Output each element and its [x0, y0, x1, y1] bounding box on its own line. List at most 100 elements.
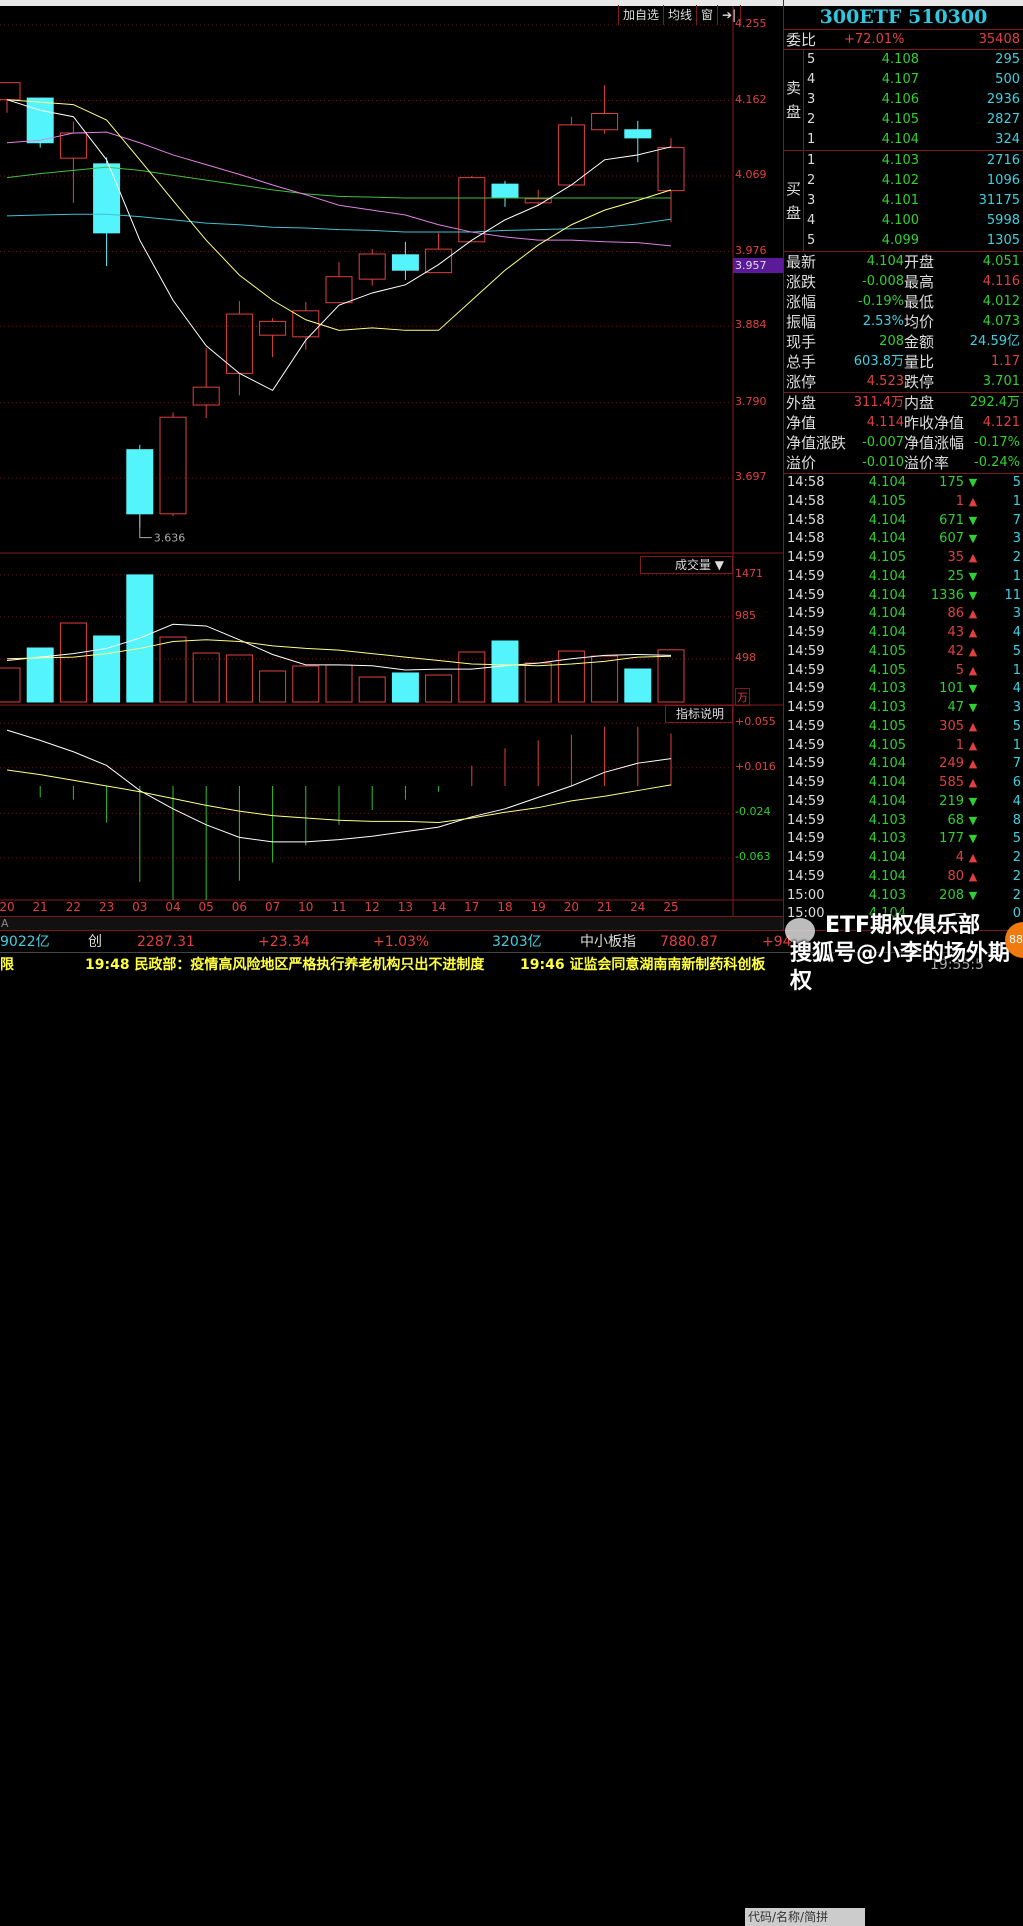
ask-level[interactable]: 5 4.108 295 — [804, 50, 1023, 70]
trade-row: 14:59 4.104 4 ▲ 2 — [784, 849, 1023, 868]
volume-bar — [192, 652, 220, 703]
trade-volume: 80 — [947, 868, 964, 884]
trade-time: 14:59 — [787, 737, 825, 753]
stat-label: 内盘 — [904, 394, 935, 412]
moving-average-button[interactable]: 均线 — [664, 5, 698, 25]
trade-count: 1 — [1012, 737, 1021, 753]
news-item[interactable]: 限 — [0, 953, 14, 977]
stat-value: -0.008 — [862, 274, 904, 289]
level-volume: 5998 — [986, 213, 1020, 228]
trade-volume: 305 — [939, 718, 964, 734]
trade-time: 14:59 — [787, 550, 825, 565]
trade-row: 14:59 4.104 86 ▲ 3 — [784, 605, 1023, 624]
date-label: 23 — [98, 900, 115, 914]
news-item[interactable]: 19:46 证监会同意湖南南新制药科创板 — [520, 953, 765, 977]
add-watchlist-button[interactable]: 加自选 — [619, 5, 665, 25]
trade-row: 14:59 4.105 42 ▲ 5 — [784, 643, 1023, 662]
trade-volume: 5 — [955, 662, 964, 678]
arrow-down-icon: ▼ — [968, 513, 978, 527]
trade-volume: 68 — [947, 812, 964, 828]
volume-bar — [59, 622, 87, 703]
stat-value: -0.24% — [974, 455, 1020, 470]
volume-bar — [358, 676, 386, 703]
code-search-input[interactable]: 代码/名称/简拼 — [745, 1908, 865, 1926]
order-ratio-value: +72.01% — [844, 32, 905, 47]
stat-label: 最新 — [786, 253, 817, 271]
volume-bar — [591, 655, 619, 703]
stat-row: 净值涨跌 -0.007 净值涨幅 -0.17% — [784, 433, 1023, 453]
ask-level[interactable]: 3 4.106 2936 — [804, 90, 1023, 110]
trade-count: 11 — [1004, 587, 1021, 603]
trade-time: 14:58 — [787, 512, 825, 528]
index-value: 7880.87 — [660, 934, 718, 950]
indicator-help-button[interactable]: 指标说明 — [665, 705, 733, 723]
ask-level[interactable]: 4 4.107 500 — [804, 70, 1023, 90]
stat-value: -0.010 — [862, 455, 904, 470]
quote-stats: 最新 4.104 开盘 4.051 涨跌 -0.008 最高 4.116 涨幅 -0.19% 最低 4… — [784, 251, 1023, 392]
tick-trades-list[interactable]: 14:58 4.104 175 ▼ 5 14:58 4.105 1 ▲ 1 14:58 4.104 67… — [784, 473, 1023, 924]
a-share-tab[interactable]: A — [0, 916, 783, 930]
stat-value: 4.073 — [982, 314, 1020, 329]
date-label: 06 — [231, 900, 248, 914]
trade-row: 14:58 4.104 607 ▼ 3 — [784, 530, 1023, 549]
candle-up — [358, 253, 386, 280]
trade-volume: 219 — [939, 793, 964, 809]
arrow-up-icon: ▲ — [968, 551, 978, 564]
arrow-down-icon: ▼ — [968, 476, 978, 489]
stat-value: 1.17 — [991, 354, 1020, 369]
trade-volume: 607 — [939, 531, 964, 547]
stat-label: 昨收净值 — [904, 414, 965, 432]
volume-bar — [292, 665, 320, 703]
trade-volume: 35 — [947, 550, 964, 565]
ask-level[interactable]: 2 4.105 2827 — [804, 110, 1023, 130]
stat-value: 4.012 — [982, 294, 1020, 309]
candle-up — [192, 386, 220, 406]
date-label: 17 — [464, 900, 480, 914]
volume-indicator-dropdown[interactable]: 成交量 ▼ — [640, 556, 733, 574]
trade-count: 2 — [1012, 850, 1021, 865]
window-button[interactable]: 窗 — [697, 5, 719, 25]
level-volume: 2827 — [986, 112, 1020, 127]
candle-down — [391, 254, 419, 271]
stat-value: 4.104 — [866, 254, 904, 269]
date-label: 21 — [32, 900, 48, 914]
news-item[interactable]: 19:48 民政部：疫情高风险地区严格执行养老机构只出不进制度 — [85, 953, 484, 977]
bid-level[interactable]: 5 4.099 1305 — [804, 231, 1023, 251]
arrow-up-icon: ▲ — [968, 719, 978, 733]
trade-price: 4.104 — [868, 756, 906, 772]
kline-chart[interactable]: 3.636 — [0, 0, 783, 930]
date-label: 05 — [198, 900, 214, 914]
bid-level[interactable]: 1 4.103 2716 — [804, 151, 1023, 171]
bid-level[interactable]: 4 4.100 5998 — [804, 211, 1023, 231]
index-change: +23.34 — [258, 934, 310, 950]
trade-price: 4.103 — [868, 887, 906, 903]
trade-price: 4.104 — [868, 868, 906, 884]
arrow-up-icon: ▲ — [968, 757, 978, 771]
stat-label: 溢价 — [786, 454, 817, 472]
trade-count: 4 — [1012, 793, 1021, 809]
trade-row: 14:59 4.104 249 ▲ 7 — [784, 755, 1023, 774]
candle-up — [325, 276, 353, 304]
trade-price: 4.103 — [868, 812, 906, 828]
low-price-label: 3.636 — [154, 532, 186, 545]
trade-time: 14:59 — [787, 662, 825, 678]
arrow-up-icon: ▲ — [968, 851, 978, 864]
volume-axis-label: 1471 — [735, 566, 763, 580]
bid-level[interactable]: 2 4.102 1096 — [804, 171, 1023, 191]
stat-row: 涨停 4.523 跌停 3.701 — [784, 372, 1023, 392]
trade-count: 2 — [1012, 550, 1021, 565]
trade-count: 2 — [1012, 868, 1021, 884]
trade-volume: 1336 — [930, 587, 964, 603]
bid-level[interactable]: 3 4.101 31175 — [804, 191, 1023, 211]
trade-count: 1 — [1012, 493, 1021, 509]
candle-up — [657, 147, 685, 192]
trade-price: 4.104 — [868, 568, 906, 584]
trade-row: 14:59 4.104 25 ▼ 1 — [784, 568, 1023, 587]
trade-count: 6 — [1012, 775, 1021, 790]
volume-bar — [491, 640, 519, 703]
stat-row: 涨跌 -0.008 最高 4.116 — [784, 272, 1023, 292]
candle-up — [225, 313, 253, 374]
ask-level[interactable]: 1 4.104 324 — [804, 130, 1023, 150]
price-axis-label: 4.255 — [735, 17, 767, 30]
trade-row: 14:59 4.104 43 ▲ 4 — [784, 624, 1023, 643]
